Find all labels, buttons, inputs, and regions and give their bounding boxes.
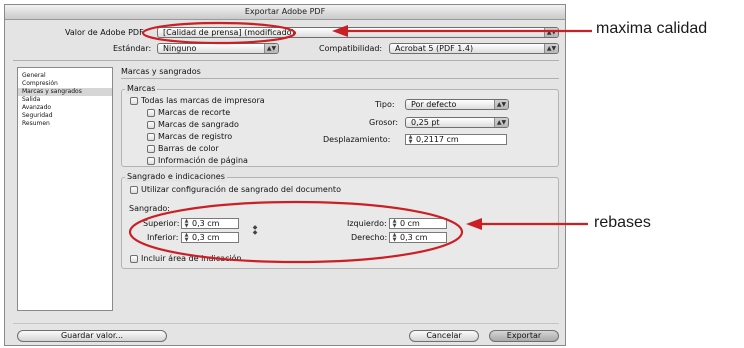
bleed-arrow-head-icon bbox=[466, 218, 482, 230]
page: { "window": { "title": "Exportar Adobe P… bbox=[0, 0, 744, 348]
preset-arrow-head-icon bbox=[332, 25, 348, 37]
annotation-bleeds: rebases bbox=[594, 214, 651, 231]
annotation-overlay bbox=[128, 21, 592, 264]
annotation-max-quality: maxima calidad bbox=[596, 20, 708, 37]
preset-highlight-ellipse bbox=[141, 21, 297, 45]
bleed-highlight-ellipse bbox=[128, 200, 464, 264]
